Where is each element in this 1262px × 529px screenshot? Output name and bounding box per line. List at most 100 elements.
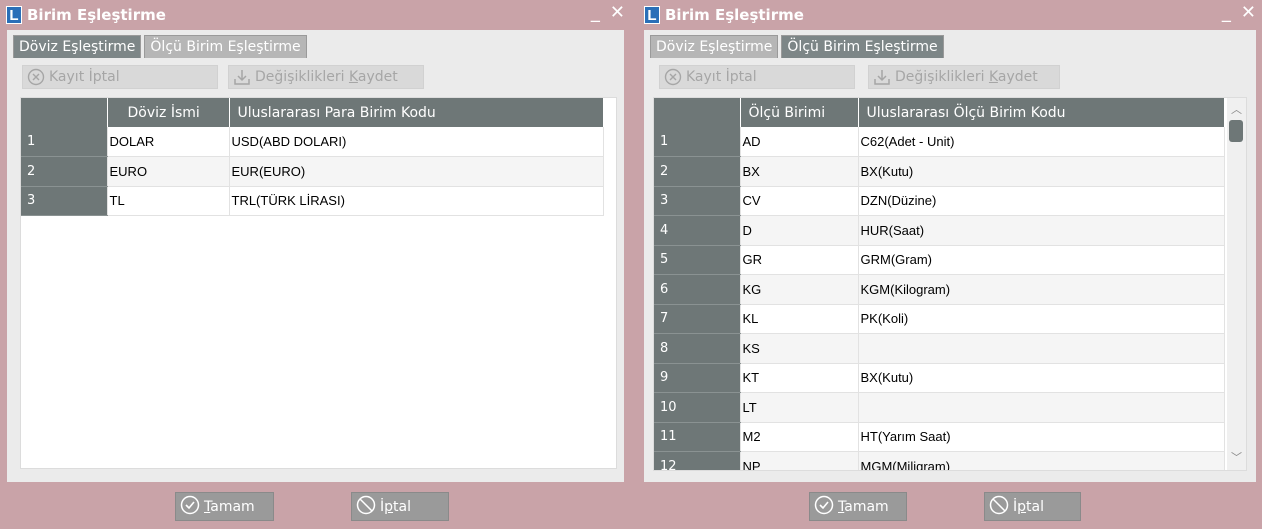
row-number: 1 (21, 127, 108, 157)
row-number: 3 (654, 186, 741, 216)
cancel-button[interactable]: İptal (351, 492, 449, 521)
close-icon[interactable]: ✕ (610, 3, 625, 23)
client-area: Döviz Eşleştirme Ölçü Birim Eşleştirme K… (644, 30, 1256, 482)
row-number: 5 (654, 245, 741, 275)
unit-code-cell[interactable]: HT(Yarım Saat) (858, 422, 1225, 452)
currency-code-cell[interactable]: EUR(EURO) (229, 156, 604, 187)
vertical-scrollbar[interactable]: ︿ ﹀ (1227, 98, 1246, 470)
close-icon[interactable]: ✕ (1241, 3, 1256, 23)
cancel-record-label: Kayıt İptal (686, 69, 757, 85)
app-logo-icon: L (6, 6, 22, 24)
currency-name-cell[interactable]: TL (107, 186, 230, 216)
unit-code-cell[interactable]: KGM(Kilogram) (858, 274, 1225, 305)
unit-name-cell[interactable]: BX (740, 156, 859, 187)
table-row[interactable]: 5 GR GRM(Gram) (654, 245, 1225, 275)
app-logo-icon: L (644, 6, 660, 24)
save-changes-button[interactable]: Değişiklikleri Kaydet (228, 65, 424, 89)
unit-code-cell[interactable]: DZN(Düzine) (858, 186, 1225, 216)
table-row[interactable]: 11 M2 HT(Yarım Saat) (654, 422, 1225, 452)
currency-code-cell[interactable]: USD(ABD DOLARI) (229, 127, 604, 157)
table-row[interactable]: 10 LT (654, 392, 1225, 423)
currency-code-cell[interactable]: TRL(TÜRK LİRASI) (229, 186, 604, 216)
unit-code-cell[interactable]: C62(Adet - Unit) (858, 127, 1225, 157)
scroll-thumb[interactable] (1229, 120, 1243, 142)
table-row[interactable]: 2 BX BX(Kutu) (654, 156, 1225, 187)
tab-bar: Döviz Eşleştirme Ölçü Birim Eşleştirme (13, 35, 307, 58)
titlebar: L Birim Eşleştirme _ ✕ (638, 0, 1262, 30)
unit-name-cell[interactable]: D (740, 215, 859, 246)
scroll-down-icon[interactable]: ﹀ (1227, 450, 1246, 466)
prohibit-icon (356, 495, 376, 519)
toolbar: Kayıt İptal Değişiklikleri Kaydet (644, 60, 1256, 94)
unit-code-cell[interactable]: HUR(Saat) (858, 215, 1225, 246)
header-rownum (654, 98, 741, 127)
tab-currency-mapping[interactable]: Döviz Eşleştirme (650, 35, 779, 58)
row-number: 12 (654, 451, 741, 470)
table-row[interactable]: 7 KL PK(Koli) (654, 304, 1225, 334)
row-number: 3 (21, 186, 108, 216)
table-header: Ölçü Birimi Uluslararası Ölçü Birim Kodu (654, 98, 1225, 127)
tab-unit-mapping[interactable]: Ölçü Birim Eşleştirme (144, 35, 307, 58)
tab-unit-mapping[interactable]: Ölçü Birim Eşleştirme (781, 35, 944, 58)
minimize-icon[interactable]: _ (1222, 3, 1231, 23)
cancel-record-label: Kayıt İptal (49, 69, 120, 85)
table-row[interactable]: 3 CV DZN(Düzine) (654, 186, 1225, 216)
unit-name-cell[interactable]: LT (740, 392, 859, 423)
row-number: 1 (654, 127, 741, 157)
unit-grid: Ölçü Birimi Uluslararası Ölçü Birim Kodu… (653, 97, 1247, 471)
row-number: 10 (654, 392, 741, 423)
unit-code-cell[interactable]: MGM(Miligram) (858, 451, 1225, 470)
table-row[interactable]: 1 AD C62(Adet - Unit) (654, 127, 1225, 157)
unit-name-cell[interactable]: GR (740, 245, 859, 275)
table-row[interactable]: 1 DOLAR USD(ABD DOLARI) (21, 127, 604, 157)
row-number: 4 (654, 215, 741, 246)
table-row[interactable]: 12 NP MGM(Miligram) (654, 451, 1225, 470)
header-currency-name[interactable]: Döviz İsmi (107, 98, 230, 127)
unit-name-cell[interactable]: KL (740, 304, 859, 334)
unit-code-cell[interactable]: PK(Koli) (858, 304, 1225, 334)
table-row[interactable]: 6 KG KGM(Kilogram) (654, 274, 1225, 305)
ok-label: Tamam (838, 498, 889, 515)
cancel-record-button[interactable]: Kayıt İptal (659, 65, 855, 89)
ok-button[interactable]: Tamam (809, 492, 907, 521)
currency-name-cell[interactable]: DOLAR (107, 127, 230, 157)
unit-name-cell[interactable]: NP (740, 451, 859, 470)
table-row[interactable]: 4 D HUR(Saat) (654, 215, 1225, 246)
unit-name-cell[interactable]: M2 (740, 422, 859, 452)
unit-name-cell[interactable]: AD (740, 127, 859, 157)
unit-code-cell[interactable] (858, 392, 1225, 423)
minimize-icon[interactable]: _ (591, 3, 600, 23)
unit-name-cell[interactable]: CV (740, 186, 859, 216)
client-area: Döviz Eşleştirme Ölçü Birim Eşleştirme K… (7, 30, 624, 482)
window-title: Birim Eşleştirme (27, 6, 166, 24)
table-row[interactable]: 2 EURO EUR(EURO) (21, 156, 604, 187)
toolbar: Kayıt İptal Değişiklikleri Kaydet (7, 60, 624, 94)
unit-name-cell[interactable]: KS (740, 333, 859, 364)
unit-name-cell[interactable]: KG (740, 274, 859, 305)
save-changes-button[interactable]: Değişiklikleri Kaydet (868, 65, 1060, 89)
right-window: L Birim Eşleştirme _ ✕ Döviz Eşleştirme … (638, 0, 1262, 529)
table-row[interactable]: 3 TL TRL(TÜRK LİRASI) (21, 186, 604, 216)
ok-button[interactable]: Tamam (175, 492, 274, 521)
unit-code-cell[interactable] (858, 333, 1225, 364)
row-number: 8 (654, 333, 741, 364)
currency-name-cell[interactable]: EURO (107, 156, 230, 187)
header-unit-code[interactable]: Uluslararası Ölçü Birim Kodu (858, 98, 1225, 127)
unit-name-cell[interactable]: KT (740, 363, 859, 393)
table-row[interactable]: 8 KS (654, 333, 1225, 364)
tab-bar: Döviz Eşleştirme Ölçü Birim Eşleştirme (650, 35, 944, 58)
unit-code-cell[interactable]: BX(Kutu) (858, 156, 1225, 187)
cancel-circle-icon (27, 68, 45, 86)
table-row[interactable]: 9 KT BX(Kutu) (654, 363, 1225, 393)
header-currency-code[interactable]: Uluslararası Para Birim Kodu (229, 98, 604, 127)
scroll-up-icon[interactable]: ︿ (1227, 102, 1246, 118)
cancel-button[interactable]: İptal (984, 492, 1081, 521)
tab-currency-mapping[interactable]: Döviz Eşleştirme (13, 35, 142, 58)
unit-code-cell[interactable]: GRM(Gram) (858, 245, 1225, 275)
cancel-record-button[interactable]: Kayıt İptal (22, 65, 218, 89)
check-circle-icon (180, 495, 200, 519)
footer: Tamam İptal (638, 482, 1262, 529)
save-changes-label: Değişiklikleri Kaydet (895, 69, 1038, 85)
unit-code-cell[interactable]: BX(Kutu) (858, 363, 1225, 393)
header-unit-name[interactable]: Ölçü Birimi (740, 98, 859, 127)
